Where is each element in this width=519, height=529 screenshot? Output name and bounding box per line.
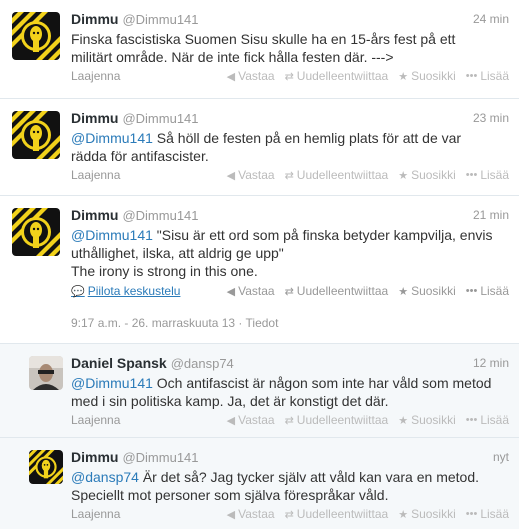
display-name[interactable]: Dimmu @Dimmu141 [71,110,199,126]
daniel-avatar-image [29,356,63,390]
tweet-text-line: militärt område. När de inte fick hålla … [71,49,394,65]
star-icon: ★ [398,169,409,182]
handle[interactable]: @Dimmu141 [122,208,198,223]
retweet-button[interactable]: ⇄ Uudelleentwiittaa [285,168,389,182]
avatar[interactable] [12,111,60,159]
ellipsis-icon: ••• [465,508,478,520]
expand-link[interactable]: Laajenna [71,168,120,182]
reply-arrow-icon: ◀ [226,414,236,427]
tweet-text-line: Speciellt mot personer som själva föresp… [71,487,389,503]
ellipsis-icon: ••• [465,414,478,426]
tweet-3-expanded[interactable]: Dimmu @Dimmu141 21 min @Dimmu141 "Sisu är… [0,196,519,344]
dimmu-avatar-image [12,12,60,60]
tweet-actions: ◀ Vastaa ⇄ Uudelleentwiittaa ★ Suosikki •••… [227,413,509,427]
tweet-actions: ◀ Vastaa ⇄ Uudelleentwiittaa ★ Suosikki •••… [227,168,509,182]
favorite-button[interactable]: ★ Suosikki [398,507,456,521]
favorite-button[interactable]: ★ Suosikki [398,168,456,182]
tweet-text-line: The irony is strong in this one. [71,263,258,279]
favorite-button[interactable]: ★ Suosikki [398,69,456,83]
reply-button[interactable]: ◀ Vastaa [227,507,275,521]
more-button[interactable]: ••• Lisää [466,413,509,427]
retweet-icon: ⇄ [284,414,294,427]
tweet-text-line: @Dimmu141 Och antifascist är någon som i… [71,375,492,391]
more-button[interactable]: ••• Lisää [466,168,509,182]
display-name[interactable]: Dimmu @Dimmu141 [71,449,199,465]
retweet-button[interactable]: ⇄ Uudelleentwiittaa [285,413,389,427]
retweet-button[interactable]: ⇄ Uudelleentwiittaa [285,507,389,521]
reply-button[interactable]: ◀ Vastaa [227,413,275,427]
tweet-actions: ◀ Vastaa ⇄ Uudelleentwiittaa ★ Suosikki •••… [227,507,509,521]
more-button[interactable]: ••• Lisää [466,507,509,521]
timestamp[interactable]: 24 min [473,12,509,26]
tweet-actions: ◀ Vastaa ⇄ Uudelleentwiittaa ★ Suosikki •••… [227,284,509,298]
timestamp[interactable]: 23 min [473,111,509,125]
expand-link[interactable]: Laajenna [71,413,120,427]
more-button[interactable]: ••• Lisää [466,284,509,298]
star-icon: ★ [398,414,409,427]
mention-link[interactable]: @Dimmu141 [71,130,153,146]
retweet-icon: ⇄ [284,70,294,83]
retweet-button[interactable]: ⇄ Uudelleentwiittaa [285,69,389,83]
favorite-button[interactable]: ★ Suosikki [398,284,456,298]
reply-arrow-icon: ◀ [226,508,236,521]
timestamp[interactable]: 12 min [473,356,509,370]
dimmu-avatar-image [12,208,60,256]
reply-button[interactable]: ◀ Vastaa [227,69,275,83]
mention-link[interactable]: @dansp74 [71,469,139,485]
avatar[interactable] [29,356,63,390]
reply-button[interactable]: ◀ Vastaa [227,284,275,298]
star-icon: ★ [398,285,409,298]
display-name[interactable]: Dimmu @Dimmu141 [71,207,199,223]
star-icon: ★ [398,508,409,521]
timestamp[interactable]: 21 min [473,208,509,222]
retweet-icon: ⇄ [284,285,294,298]
avatar[interactable] [29,450,63,484]
tweet-text-line: @Dimmu141 Så höll de festen på en hemlig… [71,130,462,146]
avatar[interactable] [12,208,60,256]
timestamp[interactable]: nyt [493,450,509,464]
retweet-icon: ⇄ [284,508,294,521]
ellipsis-icon: ••• [465,169,478,181]
ellipsis-icon: ••• [465,285,478,297]
mention-link[interactable]: @Dimmu141 [71,375,153,391]
tweet-2[interactable]: Dimmu @Dimmu141 23 min @Dimmu141 Så höll … [0,99,519,196]
expand-link[interactable]: Laajenna [71,69,120,83]
display-name[interactable]: Daniel Spansk @dansp74 [71,355,234,371]
reply-arrow-icon: ◀ [226,169,236,182]
reply-arrow-icon: ◀ [226,285,236,298]
hide-thread-link[interactable]: 💬 Piilota keskustelu [71,284,180,298]
tweet-text-line: rädda för antifascister. [71,148,209,164]
speech-bubble-icon: 💬 [71,285,85,298]
dimmu-avatar-image [29,450,63,484]
reply-arrow-icon: ◀ [226,70,236,83]
tweet-text-line: uthållighet, ilska, att aldrig ge upp" [71,245,284,261]
tweet-4-reply[interactable]: Daniel Spansk @dansp74 12 min @Dimmu141 O… [0,344,519,438]
more-button[interactable]: ••• Lisää [466,69,509,83]
handle[interactable]: @dansp74 [171,356,234,371]
display-name[interactable]: Dimmu @Dimmu141 [71,11,199,27]
tweet-5-reply[interactable]: Dimmu @Dimmu141 nyt @dansp74 Är det så? J… [0,438,519,529]
retweet-button[interactable]: ⇄ Uudelleentwiittaa [285,284,389,298]
expand-link[interactable]: Laajenna [71,507,120,521]
star-icon: ★ [398,70,409,83]
ellipsis-icon: ••• [465,70,478,82]
tweet-1[interactable]: Dimmu @Dimmu141 24 min Finska fascistiska… [0,0,519,99]
tweet-datetime-meta[interactable]: 9:17 a.m. - 26. marraskuuta 13 · Tiedot [71,316,278,330]
tweet-text-line: med i sin politiska kamp. Ja, det är kon… [71,393,389,409]
avatar[interactable] [12,12,60,60]
tweet-text-line: @dansp74 Är det så? Jag tycker själv att… [71,469,479,485]
reply-button[interactable]: ◀ Vastaa [227,168,275,182]
mention-link[interactable]: @Dimmu141 [71,227,153,243]
retweet-icon: ⇄ [284,169,294,182]
tweet-text-line: Finska fascistiska Suomen Sisu skulle ha… [71,31,456,47]
favorite-button[interactable]: ★ Suosikki [398,413,456,427]
handle[interactable]: @Dimmu141 [122,450,198,465]
handle[interactable]: @Dimmu141 [122,12,198,27]
dimmu-avatar-image [12,111,60,159]
tweet-text-line: @Dimmu141 "Sisu är ett ord som på finska… [71,227,493,243]
handle[interactable]: @Dimmu141 [122,111,198,126]
tweet-actions: ◀ Vastaa ⇄ Uudelleentwiittaa ★ Suosikki •••… [227,69,509,83]
